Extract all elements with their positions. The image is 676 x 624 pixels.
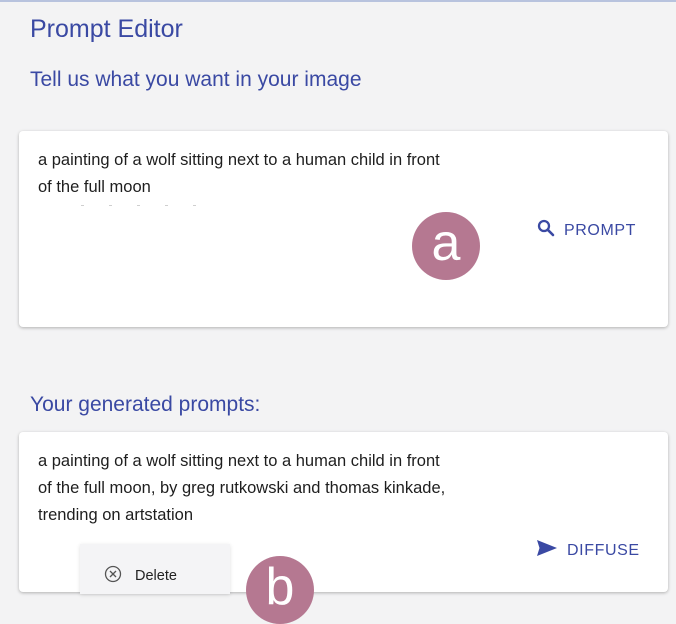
prompt-input-label: Tell us what you want in your image — [30, 68, 362, 91]
context-menu: Delete — [80, 544, 230, 594]
annotation-marker-a: a — [412, 212, 480, 280]
send-icon — [536, 539, 558, 562]
generated-prompts-heading: Your generated prompts: — [30, 393, 261, 416]
annotation-marker-b: b — [246, 556, 314, 624]
generated-prompt-text: a painting of a wolf sitting next to a h… — [38, 452, 446, 524]
search-icon — [537, 219, 555, 242]
top-divider — [0, 0, 676, 2]
cancel-circle-icon — [104, 565, 122, 587]
input-underline — [81, 205, 221, 206]
prompt-input-card: a painting of a wolf sitting next to a h… — [19, 131, 668, 327]
diffuse-button[interactable]: DIFFUSE — [536, 539, 640, 562]
diffuse-button-label: DIFFUSE — [567, 541, 640, 559]
page-title: Prompt Editor — [30, 15, 183, 43]
prompt-button-label: PROMPT — [564, 221, 637, 239]
prompt-button[interactable]: PROMPT — [537, 219, 636, 242]
delete-label: Delete — [135, 568, 177, 584]
prompt-input-field[interactable]: a painting of a wolf sitting next to a h… — [38, 147, 518, 201]
delete-menu-item[interactable]: Delete — [104, 565, 177, 587]
